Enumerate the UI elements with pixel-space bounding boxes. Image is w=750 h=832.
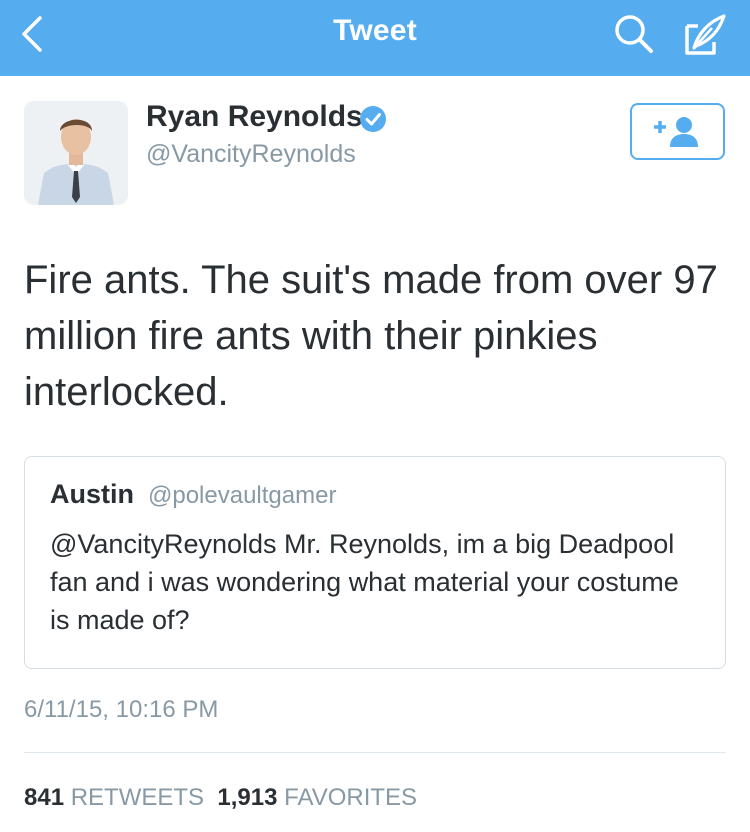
search-button[interactable] (612, 12, 656, 56)
quoted-tweet-text: @VancityReynolds Mr. Reynolds, im a big … (50, 529, 679, 635)
quoted-author-name: Austin (50, 479, 134, 509)
author-avatar[interactable] (24, 101, 128, 205)
compose-quill-icon (685, 14, 726, 55)
compose-button[interactable] (682, 12, 728, 58)
quoted-author-handle: @polevaultgamer (148, 482, 337, 509)
tweet-timestamp: 6/11/15, 10:16 PM (24, 696, 219, 723)
verified-badge-icon (360, 106, 386, 132)
navigation-bar: Tweet (0, 0, 750, 76)
tweet-stats: 841 RETWEETS 1,913 FAVORITES (24, 784, 417, 812)
favorites-label: FAVORITES (284, 784, 418, 811)
quoted-tweet-card[interactable]: Austin @polevaultgamer @VancityReynolds … (24, 456, 726, 669)
add-user-icon (654, 117, 698, 147)
author-name[interactable]: Ryan Reynolds (146, 100, 363, 134)
retweets-label: RETWEETS (70, 784, 205, 811)
favorites-count: 1,913 (217, 784, 278, 811)
avatar-photo (24, 101, 128, 205)
favorites-link[interactable]: 1,913 FAVORITES (217, 784, 417, 811)
search-icon (615, 15, 653, 53)
retweets-link[interactable]: 841 RETWEETS (24, 784, 204, 811)
follow-button[interactable] (630, 103, 725, 160)
divider (24, 752, 726, 753)
retweets-count: 841 (24, 784, 65, 811)
author-handle[interactable]: @VancityReynolds (146, 140, 356, 169)
tweet-text: Fire ants. The suit's made from over 97 … (24, 258, 718, 414)
